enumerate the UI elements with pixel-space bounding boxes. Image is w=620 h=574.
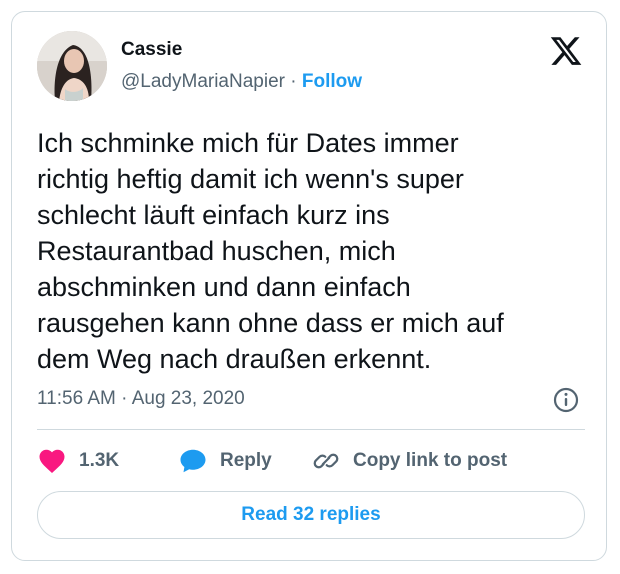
author-handle[interactable]: @LadyMariaNapier bbox=[121, 71, 285, 92]
info-icon[interactable] bbox=[552, 386, 580, 414]
tweet-text: Ich schminke mich für Dates immer richti… bbox=[37, 128, 504, 374]
reply-button[interactable]: Reply bbox=[178, 445, 272, 477]
follow-button[interactable]: Follow bbox=[302, 71, 362, 92]
handle-row: @LadyMariaNapier · Follow bbox=[121, 71, 362, 93]
divider bbox=[37, 429, 585, 430]
like-button[interactable]: 1.3K bbox=[37, 445, 119, 477]
separator: · bbox=[290, 71, 297, 92]
action-bar: 1.3K Reply Copy link to post bbox=[37, 445, 587, 477]
link-icon bbox=[313, 453, 339, 469]
timestamp[interactable]: 11:56 AM · Aug 23, 2020 bbox=[37, 388, 245, 410]
heart-icon bbox=[39, 449, 65, 473]
reply-label: Reply bbox=[220, 450, 272, 471]
reply-bubble-icon bbox=[180, 449, 206, 473]
avatar[interactable] bbox=[37, 31, 107, 101]
like-count: 1.3K bbox=[79, 450, 120, 471]
copy-link-button[interactable]: Copy link to post bbox=[311, 445, 507, 477]
tweet-card: Cassie @LadyMariaNapier · Follow Ich sch… bbox=[11, 11, 607, 561]
author-name[interactable]: Cassie bbox=[121, 39, 182, 61]
x-logo-icon[interactable] bbox=[549, 34, 583, 68]
read-replies-button[interactable]: Read 32 replies bbox=[37, 491, 585, 539]
copy-link-label: Copy link to post bbox=[353, 450, 508, 471]
